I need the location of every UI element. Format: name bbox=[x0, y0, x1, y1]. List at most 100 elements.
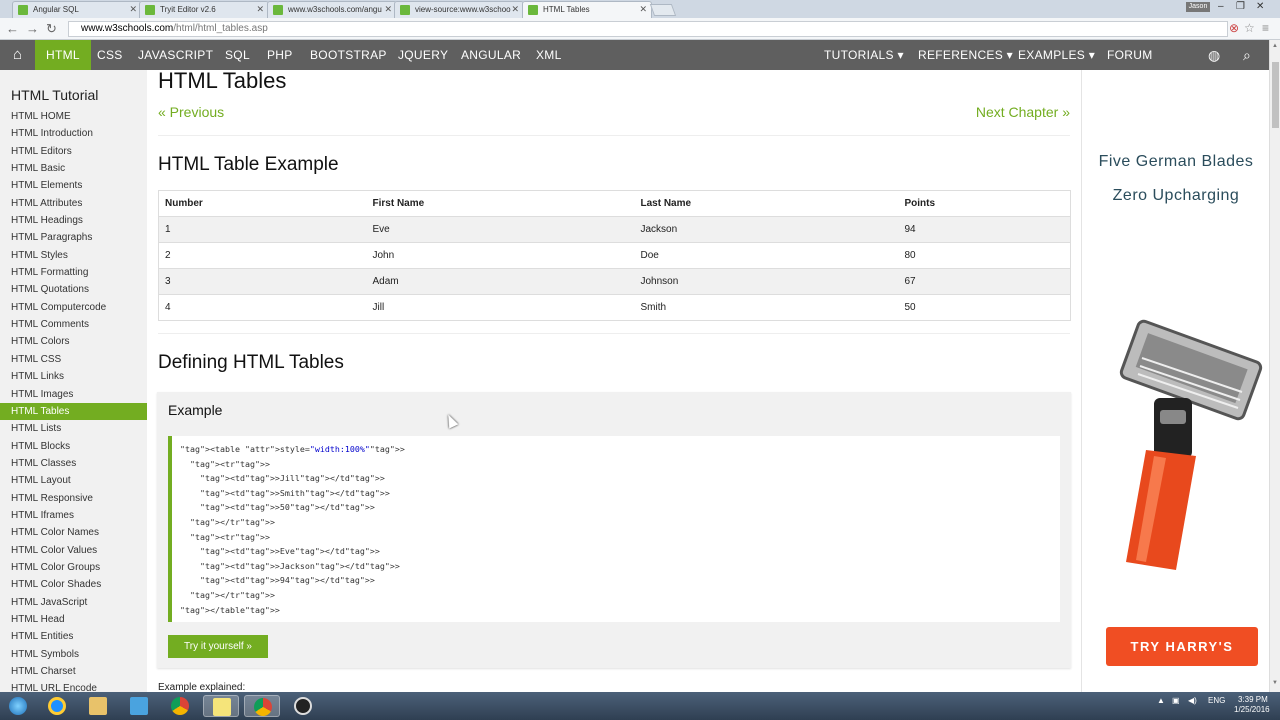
minimize-icon[interactable]: – bbox=[1218, 1, 1224, 12]
sidebar-item[interactable]: HTML Images bbox=[0, 386, 147, 403]
table-cell: 4 bbox=[165, 302, 171, 313]
try-it-yourself-button[interactable]: Try it yourself » bbox=[168, 635, 268, 658]
close-tab-icon[interactable]: ✕ bbox=[639, 4, 647, 15]
sidebar-item[interactable]: HTML Blocks bbox=[0, 438, 147, 455]
nav-item-angular[interactable]: ANGULAR bbox=[450, 40, 532, 70]
close-tab-icon[interactable]: ✕ bbox=[256, 4, 264, 15]
table-cell: 94 bbox=[904, 224, 916, 235]
sidebar-item[interactable]: HTML Basic bbox=[0, 160, 147, 177]
sidebar-item[interactable]: HTML Iframes bbox=[0, 507, 147, 524]
sidebar-item[interactable]: HTML Color Groups bbox=[0, 559, 147, 576]
sidebar-item[interactable]: HTML Comments bbox=[0, 316, 147, 333]
browser-tab-active[interactable]: HTML Tables ✕ bbox=[522, 1, 652, 18]
url-input[interactable]: www.w3schools.com/html/html_tables.asp bbox=[68, 21, 1228, 37]
code-line: "tag"><table "attr">style="width:100%""t… bbox=[180, 444, 405, 454]
sidebar-item[interactable]: HTML Charset bbox=[0, 663, 147, 680]
sidebar-item[interactable]: HTML Entities bbox=[0, 628, 147, 645]
sticky-notes-icon[interactable] bbox=[203, 695, 239, 717]
next-chapter-link[interactable]: Next Chapter » bbox=[976, 104, 1070, 120]
tab-title: Tryit Editor v2.6 bbox=[160, 5, 216, 14]
maximize-icon[interactable]: ❐ bbox=[1236, 1, 1245, 12]
sidebar-item[interactable]: HTML Head bbox=[0, 611, 147, 628]
sidebar-item[interactable]: HTML Computercode bbox=[0, 299, 147, 316]
sidebar-item[interactable]: HTML Quotations bbox=[0, 281, 147, 298]
sidebar-item[interactable]: HTML Links bbox=[0, 368, 147, 385]
sidebar-item[interactable]: HTML Attributes bbox=[0, 195, 147, 212]
sidebar-item[interactable]: HTML Styles bbox=[0, 247, 147, 264]
nav-item-html[interactable]: HTML bbox=[35, 40, 91, 70]
code-line: "tag"><td"tag">>Jackson"tag"></td"tag">> bbox=[199, 560, 400, 571]
close-tab-icon[interactable]: ✕ bbox=[129, 4, 137, 15]
menu-icon[interactable]: ≡ bbox=[1262, 21, 1269, 35]
clock-date[interactable]: 1/25/2016 bbox=[1234, 705, 1270, 714]
sidebar-item[interactable]: HTML JavaScript bbox=[0, 594, 147, 611]
globe-icon[interactable]: ◍ bbox=[1208, 40, 1220, 70]
nav-item-forum[interactable]: FORUM bbox=[1096, 40, 1164, 70]
close-tab-icon[interactable]: ✕ bbox=[384, 4, 392, 15]
language-indicator[interactable]: ENG bbox=[1208, 696, 1225, 705]
sidebar-item[interactable]: HTML Editors bbox=[0, 143, 147, 160]
nav-item-jquery[interactable]: JQUERY bbox=[387, 40, 459, 70]
nav-item-xml[interactable]: XML bbox=[525, 40, 573, 70]
sidebar-item[interactable]: HTML Paragraphs bbox=[0, 229, 147, 246]
sidebar-item[interactable]: HTML Formatting bbox=[0, 264, 147, 281]
previous-link[interactable]: « Previous bbox=[158, 104, 224, 120]
sidebar-item[interactable]: HTML Layout bbox=[0, 472, 147, 489]
browser-tab[interactable]: Tryit Editor v2.6 ✕ bbox=[139, 1, 269, 18]
sidebar-item[interactable]: HTML Color Names bbox=[0, 524, 147, 541]
new-tab-button[interactable] bbox=[649, 4, 677, 16]
nav-item-tutorials[interactable]: TUTORIALS ▾ bbox=[813, 40, 915, 70]
close-tab-icon[interactable]: ✕ bbox=[511, 4, 519, 15]
nav-item-examples[interactable]: EXAMPLES ▾ bbox=[1007, 40, 1106, 70]
volume-icon[interactable]: ◀) bbox=[1188, 696, 1197, 705]
scrollbar-thumb[interactable] bbox=[1272, 62, 1279, 128]
nav-item-bootstrap[interactable]: BOOTSTRAP bbox=[299, 40, 398, 70]
sidebar-item[interactable]: HTML CSS bbox=[0, 351, 147, 368]
scroll-up-icon[interactable]: ▲ bbox=[1272, 43, 1278, 49]
nav-item-javascript[interactable]: JAVASCRIPT bbox=[127, 40, 224, 70]
obs-icon[interactable] bbox=[285, 695, 321, 717]
sidebar-item[interactable]: HTML Lists bbox=[0, 420, 147, 437]
user-badge[interactable]: Jason bbox=[1186, 2, 1210, 12]
internet-explorer-icon[interactable] bbox=[39, 695, 75, 717]
windows-taskbar: ▲ ▣ ◀) ENG 3:39 PM 1/25/2016 bbox=[0, 692, 1280, 720]
close-window-icon[interactable]: ✕ bbox=[1256, 1, 1264, 12]
nav-item-php[interactable]: PHP bbox=[256, 40, 304, 70]
sidebar-item[interactable]: HTML HOME bbox=[0, 108, 147, 125]
app-icon[interactable] bbox=[121, 695, 157, 717]
start-button[interactable] bbox=[0, 695, 36, 717]
scroll-down-icon[interactable]: ▼ bbox=[1272, 680, 1278, 686]
search-icon[interactable]: ⌕ bbox=[1243, 40, 1251, 70]
back-icon[interactable]: ← bbox=[6, 21, 19, 36]
network-icon[interactable]: ▣ bbox=[1172, 696, 1180, 705]
sidebar-item[interactable]: HTML Headings bbox=[0, 212, 147, 229]
sidebar-item[interactable]: HTML Tables bbox=[0, 402, 147, 421]
page-scrollbar[interactable]: ▲ ▼ bbox=[1269, 40, 1280, 692]
sidebar-item[interactable]: HTML Elements bbox=[0, 177, 147, 194]
sidebar-item[interactable]: HTML Introduction bbox=[0, 125, 147, 142]
clock-time[interactable]: 3:39 PM bbox=[1238, 695, 1268, 704]
advertisement[interactable]: Five German Blades Zero Upcharging TRY H… bbox=[1081, 70, 1269, 692]
try-harrys-button[interactable]: TRY HARRY'S bbox=[1106, 627, 1258, 666]
nav-item-sql[interactable]: SQL bbox=[214, 40, 261, 70]
sidebar-item[interactable]: HTML Responsive bbox=[0, 490, 147, 507]
sidebar-item[interactable]: HTML URL Encode bbox=[0, 680, 147, 692]
chrome-active-icon[interactable] bbox=[244, 695, 280, 717]
sidebar-item[interactable]: HTML Symbols bbox=[0, 646, 147, 663]
file-explorer-icon[interactable] bbox=[80, 695, 116, 717]
bookmark-star-icon[interactable]: ☆ bbox=[1244, 21, 1255, 35]
extension-icon[interactable]: ⊗ bbox=[1229, 21, 1239, 35]
home-icon[interactable]: ⌂ bbox=[0, 40, 35, 70]
reload-icon[interactable]: ↻ bbox=[46, 21, 57, 37]
browser-tab[interactable]: Angular SQL ✕ bbox=[12, 1, 142, 18]
forward-icon[interactable]: → bbox=[26, 21, 39, 36]
tab-title: view-source:www.w3schoo bbox=[415, 5, 511, 14]
browser-tab[interactable]: www.w3schools.com/angu ✕ bbox=[267, 1, 397, 18]
sidebar-item[interactable]: HTML Colors bbox=[0, 333, 147, 350]
chrome-icon[interactable] bbox=[162, 695, 198, 717]
tray-expand-icon[interactable]: ▲ bbox=[1157, 696, 1165, 705]
sidebar-item[interactable]: HTML Classes bbox=[0, 455, 147, 472]
sidebar-item[interactable]: HTML Color Values bbox=[0, 542, 147, 559]
sidebar-item[interactable]: HTML Color Shades bbox=[0, 576, 147, 593]
browser-tab[interactable]: view-source:www.w3schoo ✕ bbox=[394, 1, 524, 18]
